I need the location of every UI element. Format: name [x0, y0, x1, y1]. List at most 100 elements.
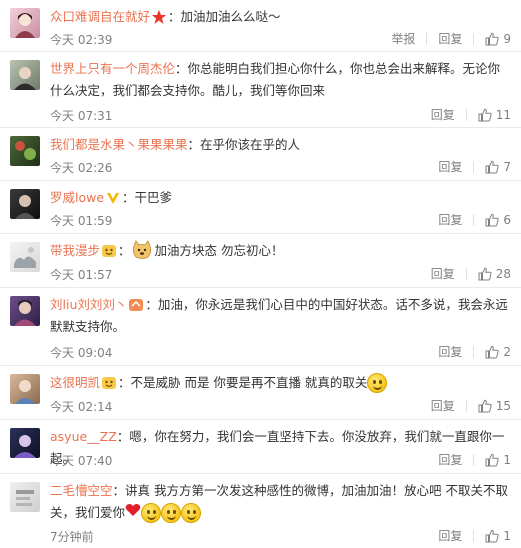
comment-time: 今天 02:39	[50, 33, 113, 47]
thumbs-up-icon	[485, 529, 499, 543]
comment-text: 加油方块态 勿忘初心！	[154, 243, 284, 258]
comment-item: 罗威lowe ：干巴爹 今天 01:59 回复 6	[0, 181, 521, 234]
comment-time: 今天 01:59	[50, 214, 113, 228]
comment-text-prefix: ：	[118, 243, 131, 258]
comment-time: 今天 02:26	[50, 161, 113, 175]
reply-button[interactable]: 回复	[427, 161, 475, 173]
fan-badge-icon	[101, 375, 117, 391]
like-count: 1	[503, 529, 511, 543]
reply-button[interactable]: 回复	[427, 454, 475, 466]
avatar[interactable]	[10, 296, 40, 326]
comment-actions: 回复 1	[427, 529, 511, 543]
comment-text: ：加油加油么么哒～	[168, 9, 281, 24]
like-button[interactable]: 28	[467, 267, 511, 281]
like-button[interactable]: 1	[474, 453, 511, 467]
like-count: 6	[503, 213, 511, 227]
comment-text: ：在乎你该在乎的人	[187, 137, 301, 152]
comment-time: 今天 07:40	[50, 454, 113, 468]
comment-time: 今天 07:31	[50, 109, 113, 123]
comment-text: ：不是威胁 而是 你要是再不直播 就真的取关	[118, 375, 368, 390]
thumbs-up-icon	[485, 345, 499, 359]
like-button[interactable]: 11	[467, 108, 511, 122]
doge-emoji-icon	[131, 239, 153, 260]
smile-emoji-icon	[181, 502, 202, 523]
reply-button[interactable]: 回复	[420, 268, 467, 280]
thumbs-up-icon	[485, 32, 499, 46]
like-count: 28	[495, 267, 511, 281]
comment-actions: 回复 7	[427, 160, 511, 174]
comment-username[interactable]: asyue__ZZ	[50, 429, 117, 444]
comment-actions: 回复 28	[420, 267, 511, 281]
comment-actions: 回复 2	[427, 345, 511, 359]
like-count: 1	[503, 453, 511, 467]
comment-username[interactable]: 带我漫步	[50, 243, 100, 258]
avatar[interactable]	[10, 428, 40, 458]
like-count: 11	[495, 108, 511, 122]
reply-button[interactable]: 回复	[427, 346, 475, 358]
like-count: 7	[503, 160, 511, 174]
comment-actions: 回复 6	[427, 213, 511, 227]
avatar[interactable]	[10, 482, 40, 512]
comment-username[interactable]: 我们都是水果丶果果果果	[50, 137, 188, 152]
smile-emoji-icon	[161, 502, 182, 523]
avatar[interactable]	[10, 8, 40, 38]
comment-username[interactable]: 罗威lowe	[50, 190, 104, 205]
like-count: 9	[503, 32, 511, 46]
comment-item: asyue__ZZ：嗯，你在努力，我们会一直坚持下去。你没放弃，我们就一直跟你一…	[0, 420, 521, 474]
comment-item: 世界上只有一个周杰伦：你总能明白我们担心你什么，你也总会出来解释。无论你什么决定…	[0, 52, 521, 128]
comment-actions: 回复 11	[420, 108, 511, 122]
comment-item: 刘liu刘刘刘丶 ：加油，你永远是我们心目中的中国好状态。话不多说，我会永远默默支…	[0, 288, 521, 366]
avatar[interactable]	[10, 242, 40, 272]
comment-actions: 举报 回复 9	[380, 32, 511, 46]
comment-username[interactable]: 众口难调自在就好	[50, 9, 150, 24]
comment-username[interactable]: 二毛懵空空	[50, 483, 113, 498]
comment-item: 二毛懵空空：讲真 我方方第一次发这种感性的微博，加油加油！放心吧 不取关不取关，…	[0, 474, 521, 548]
reply-button[interactable]: 回复	[427, 214, 475, 226]
smile-emoji-icon	[367, 372, 388, 393]
thumbs-up-icon	[485, 453, 499, 467]
thumbs-up-icon	[485, 160, 499, 174]
comment-time: 今天 09:04	[50, 346, 113, 360]
comment-actions: 回复 1	[427, 453, 511, 467]
comment-username[interactable]: 刘liu刘刘刘丶	[50, 297, 127, 312]
like-button[interactable]: 15	[467, 399, 511, 413]
comment-list: 众口难调自在就好 ：加油加油么么哒～ 今天 02:39 举报 回复 9 世界上只有…	[0, 0, 521, 548]
report-button[interactable]: 举报	[380, 33, 428, 45]
avatar[interactable]	[10, 189, 40, 219]
thumbs-up-icon	[478, 399, 492, 413]
comment-time: 今天 01:57	[50, 268, 113, 282]
star-badge-icon	[151, 9, 167, 25]
like-button[interactable]: 2	[474, 345, 511, 359]
vip-v-badge-icon	[105, 190, 121, 206]
heart-icon	[125, 502, 141, 524]
comment-username[interactable]: 这很明凯	[50, 375, 100, 390]
reply-button[interactable]: 回复	[427, 530, 475, 542]
fan-badge-icon	[128, 297, 144, 313]
comment-time: 今天 02:14	[50, 400, 113, 414]
comment-item: 众口难调自在就好 ：加油加油么么哒～ 今天 02:39 举报 回复 9	[0, 0, 521, 52]
avatar[interactable]	[10, 136, 40, 166]
comment-item: 带我漫步 ： 加油方块态 勿忘初心！ 今天 01:57 回复 28	[0, 234, 521, 288]
comment-time: 7分钟前	[50, 530, 94, 544]
comment-item: 这很明凯 ：不是威胁 而是 你要是再不直播 就真的取关 今天 02:14 回复 1…	[0, 366, 521, 420]
comment-username[interactable]: 世界上只有一个周杰伦	[50, 61, 175, 76]
smile-emoji-icon	[141, 502, 162, 523]
thumbs-up-icon	[485, 213, 499, 227]
like-button[interactable]: 1	[474, 529, 511, 543]
comment-text: ：干巴爹	[122, 190, 173, 205]
comment-actions: 回复 15	[420, 399, 511, 413]
thumbs-up-icon	[478, 108, 492, 122]
like-button[interactable]: 7	[474, 160, 511, 174]
avatar[interactable]	[10, 60, 40, 90]
comment-item: 我们都是水果丶果果果果：在乎你该在乎的人 今天 02:26 回复 7	[0, 128, 521, 181]
avatar[interactable]	[10, 374, 40, 404]
thumbs-up-icon	[478, 267, 492, 281]
like-count: 15	[495, 399, 511, 413]
like-button[interactable]: 9	[474, 32, 511, 46]
reply-button[interactable]: 回复	[420, 109, 467, 121]
reply-button[interactable]: 回复	[427, 33, 475, 45]
reply-button[interactable]: 回复	[420, 400, 467, 412]
comment-text: ：讲真 我方方第一次发这种感性的微博，加油加油！放心吧 不取关不取关，我们爱你	[50, 483, 508, 520]
like-button[interactable]: 6	[474, 213, 511, 227]
like-count: 2	[503, 345, 511, 359]
